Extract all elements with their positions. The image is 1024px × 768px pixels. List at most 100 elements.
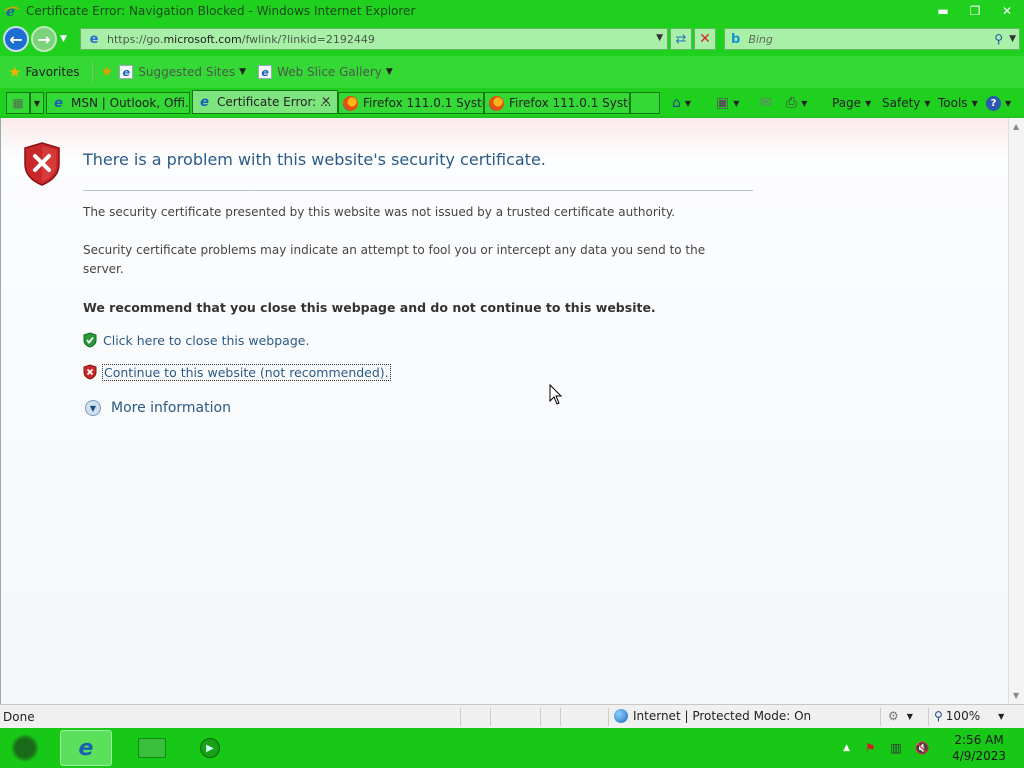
help-button[interactable]: ? ▼ <box>986 92 1011 114</box>
security-zone[interactable]: Internet | Protected Mode: On <box>614 709 811 723</box>
search-box[interactable]: b Bing ⚲ ▼ <box>724 28 1020 50</box>
search-icon[interactable]: ⚲ <box>994 32 1003 46</box>
restore-button[interactable]: ❐ <box>960 2 990 19</box>
continue-option[interactable]: Continue to this website (not recommende… <box>83 363 391 381</box>
error-shield-icon <box>24 142 60 186</box>
tab-list-dropdown[interactable]: ▼ <box>30 92 44 114</box>
web-slice-gallery-button[interactable]: e Web Slice Gallery ▼ <box>258 65 393 79</box>
chevron-down-icon: ▼ <box>998 711 1005 721</box>
back-button[interactable]: ← <box>3 26 29 52</box>
divider <box>880 708 881 726</box>
page-menu[interactable]: Page ▼ <box>832 92 871 114</box>
address-dropdown-icon[interactable]: ▼ <box>656 33 663 43</box>
new-tab-button[interactable] <box>630 92 660 114</box>
taskbar: e ▶ ▲ ⚑ ▥ 🔇 2:56 AM 4/9/2023 <box>0 728 1024 768</box>
title-bar: e Certificate Error: Navigation Blocked … <box>0 0 1024 22</box>
grid-icon: ▦ <box>12 96 24 110</box>
zoom-control[interactable]: ⚲ 100% ▼ <box>934 709 1004 723</box>
clock-date: 4/9/2023 <box>952 749 1006 763</box>
close-webpage-option[interactable]: Click here to close this webpage. <box>83 332 309 348</box>
suggested-sites-label: Suggested Sites <box>138 65 236 79</box>
chevron-down-icon: ▼ <box>924 98 931 108</box>
home-button[interactable]: ⌂ ▼ <box>672 92 691 114</box>
taskbar-explorer[interactable] <box>126 730 178 766</box>
scroll-up-icon[interactable]: ▲ <box>1013 122 1019 131</box>
tools-menu[interactable]: Tools ▼ <box>938 92 978 114</box>
ie-icon: e <box>78 735 94 761</box>
stop-button[interactable]: ✕ <box>694 28 716 50</box>
window-title: Certificate Error: Navigation Blocked - … <box>26 4 416 18</box>
print-button[interactable]: ⎙ ▼ <box>786 92 807 114</box>
clock[interactable]: 2:56 AM 4/9/2023 <box>952 732 1006 764</box>
chevron-down-icon: ▼ <box>801 98 808 108</box>
start-button[interactable] <box>10 734 40 762</box>
divider <box>490 708 491 726</box>
safety-menu[interactable]: Safety ▼ <box>882 92 931 114</box>
tab-msn[interactable]: e MSN | Outlook, Offi... <box>46 92 190 114</box>
zoom-level: 100% <box>945 709 981 723</box>
error-description: The security certificate presented by th… <box>83 205 676 219</box>
divider <box>560 708 561 726</box>
action-center-icon[interactable]: ⚑ <box>862 741 878 755</box>
ie-icon: e <box>54 95 63 111</box>
security-zone-label: Internet | Protected Mode: On <box>633 709 812 723</box>
recent-pages-dropdown[interactable]: ▼ <box>60 34 67 44</box>
address-bar[interactable]: e https://go.microsoft.com/fwlink/?linki… <box>80 28 668 50</box>
green-shield-icon <box>83 332 97 348</box>
tab-firefox-2[interactable]: Firefox 111.0.1 Syste... <box>484 92 630 114</box>
protected-mode-button[interactable]: ⚙ ▼ <box>888 709 913 723</box>
refresh-button[interactable]: ⇄ <box>670 28 692 50</box>
close-button[interactable]: ✕ <box>992 2 1022 19</box>
divider <box>928 708 929 726</box>
ie-icon: e <box>4 3 20 20</box>
search-placeholder: Bing <box>748 32 773 46</box>
close-tab-icon[interactable]: ✕ <box>321 94 331 108</box>
close-webpage-link[interactable]: Click here to close this webpage. <box>103 333 309 348</box>
chevron-down-icon: ▼ <box>906 711 913 721</box>
favorites-button[interactable]: ★ Favorites <box>0 63 80 81</box>
error-explanation: Security certificate problems may indica… <box>83 243 706 276</box>
quick-tabs-button[interactable]: ▦ <box>6 92 30 114</box>
volume-muted-icon[interactable]: 🔇 <box>914 741 930 755</box>
taskbar-internet-explorer[interactable]: e <box>60 730 112 766</box>
search-options-dropdown[interactable]: ▼ <box>1009 34 1016 44</box>
mail-button[interactable]: ✉ <box>760 92 772 114</box>
tab-certificate-error[interactable]: e Certificate Error: ... ✕ <box>192 90 338 114</box>
suggested-sites-button[interactable]: e Suggested Sites ▼ <box>119 65 246 79</box>
tab-firefox-1[interactable]: Firefox 111.0.1 Syste... <box>338 92 484 114</box>
tab-label: Certificate Error: ... <box>217 95 332 109</box>
status-text: Done <box>3 710 35 724</box>
divider <box>460 708 461 726</box>
more-information-toggle[interactable]: ▼ More information <box>85 400 231 416</box>
continue-to-website-link[interactable]: Continue to this website (not recommende… <box>102 363 391 381</box>
ie-icon: e <box>119 65 134 79</box>
page-title: There is a problem with this website's s… <box>83 150 546 169</box>
play-icon: ▶ <box>200 738 220 758</box>
safety-menu-label: Safety <box>882 96 921 110</box>
ie-icon: e <box>200 94 209 110</box>
mouse-cursor-icon <box>549 384 563 405</box>
page-content: There is a problem with this website's s… <box>0 118 1008 704</box>
ie-icon: e <box>258 65 273 79</box>
expand-chevron-icon: ▼ <box>85 400 101 416</box>
add-to-favorites-icon[interactable]: ★ <box>101 64 114 80</box>
taskbar-media-player[interactable]: ▶ <box>184 730 236 766</box>
tab-label: MSN | Outlook, Offi... <box>71 96 190 110</box>
divider <box>608 708 609 726</box>
folder-icon <box>138 738 166 758</box>
network-icon[interactable]: ▥ <box>888 741 904 755</box>
divider <box>540 708 541 726</box>
forward-button[interactable]: → <box>31 26 57 52</box>
divider <box>83 190 753 191</box>
navigation-bar: ← → ▼ e https://go.microsoft.com/fwlink/… <box>0 22 1024 56</box>
minimize-button[interactable]: ▬ <box>928 2 958 19</box>
feeds-button[interactable]: ▣ ▼ <box>716 92 739 114</box>
system-tray: ▲ ⚑ ▥ 🔇 2:56 AM 4/9/2023 <box>843 728 1024 768</box>
show-hidden-icons-icon[interactable]: ▲ <box>843 743 850 753</box>
address-url[interactable]: https://go.microsoft.com/fwlink/?linkid=… <box>107 33 375 46</box>
ie-page-icon: e <box>89 31 99 47</box>
vertical-scrollbar[interactable]: ▲ ▼ <box>1008 118 1024 704</box>
chevron-down-icon: ▼ <box>733 98 740 108</box>
scroll-down-icon[interactable]: ▼ <box>1013 691 1019 700</box>
help-icon: ? <box>986 95 1001 111</box>
